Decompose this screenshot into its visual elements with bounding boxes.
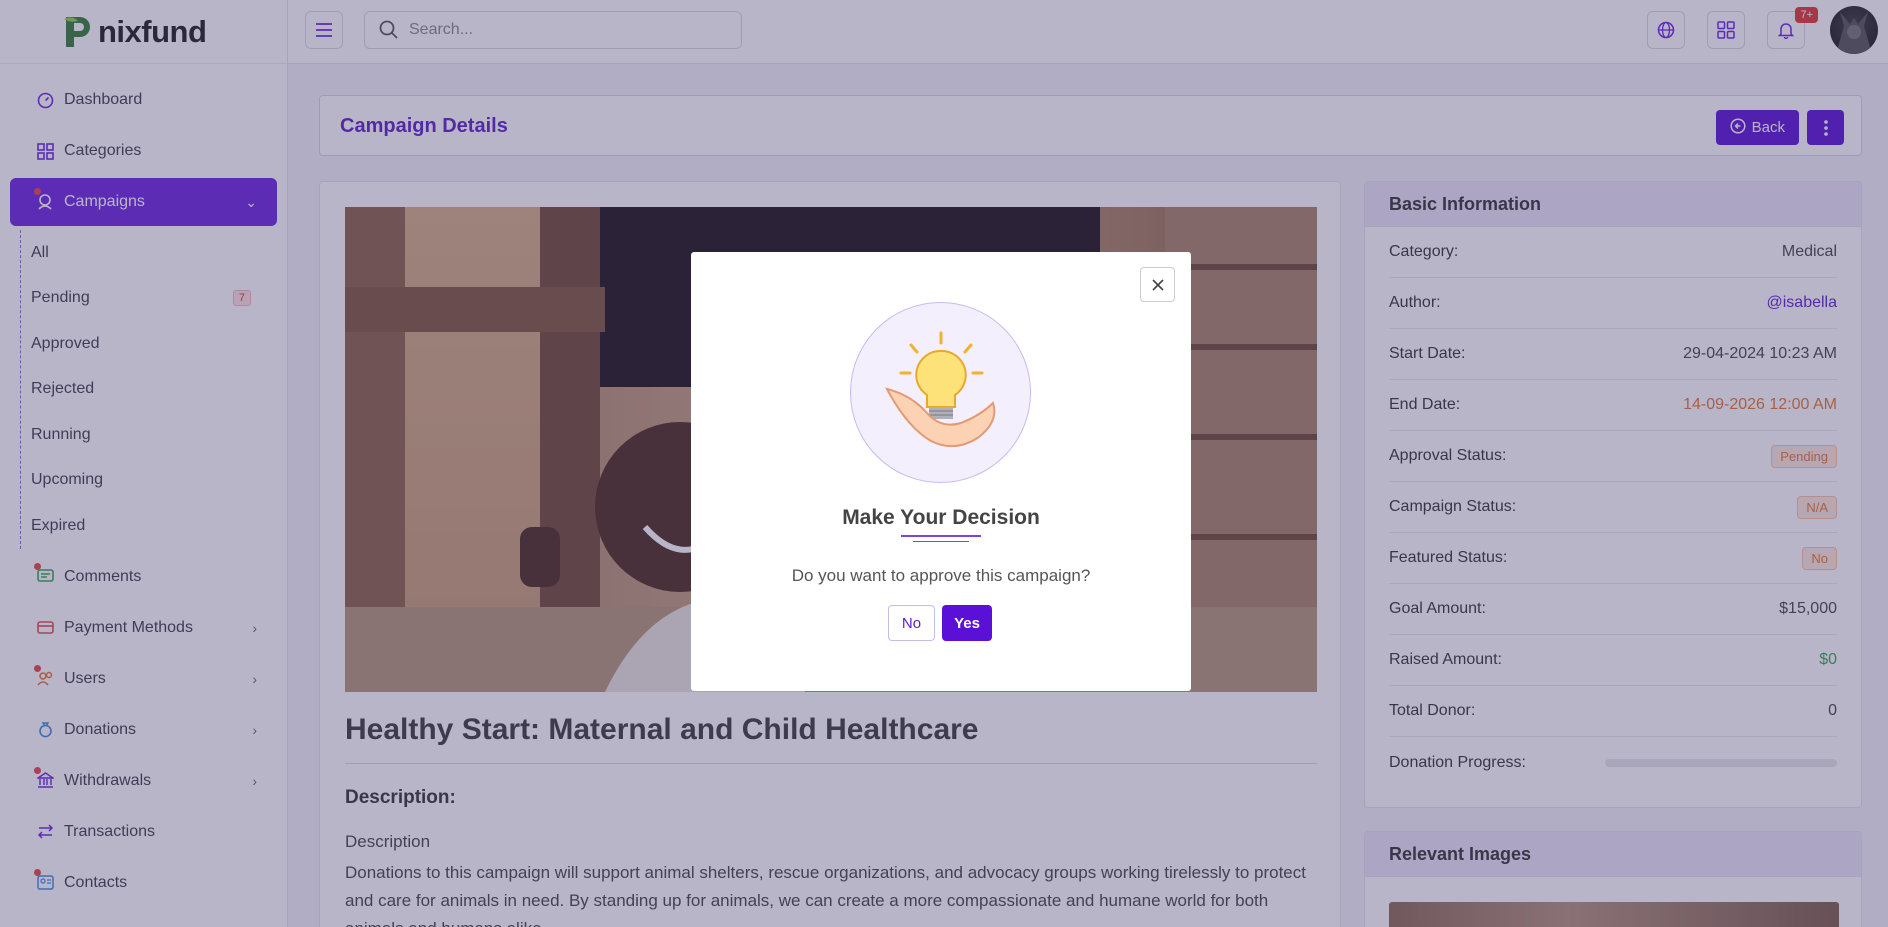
close-button[interactable]: [1140, 267, 1175, 302]
no-button[interactable]: No: [888, 605, 935, 641]
yes-button[interactable]: Yes: [942, 605, 992, 641]
lightbulb-hand-icon: [850, 302, 1031, 483]
modal-title: Make Your Decision: [842, 506, 1040, 529]
title-underline: [913, 541, 969, 542]
decision-modal: Make Your Decision Do you want to approv…: [691, 252, 1191, 691]
modal-question: Do you want to approve this campaign?: [791, 566, 1091, 585]
close-icon: [1151, 278, 1164, 291]
title-underline: [901, 535, 981, 537]
